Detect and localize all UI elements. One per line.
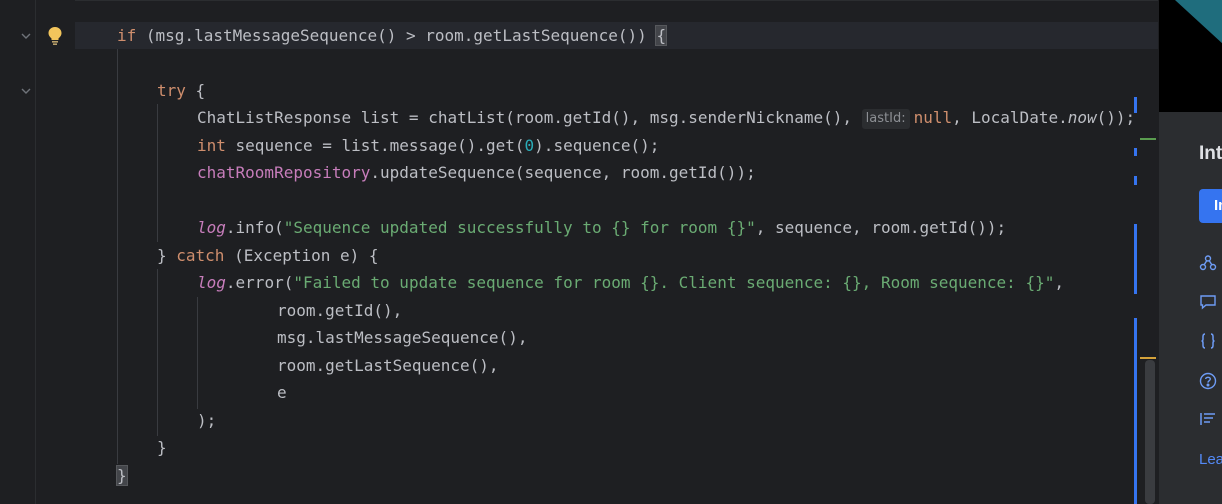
warning-marker[interactable] xyxy=(1140,357,1156,359)
code-text: } xyxy=(157,246,177,265)
code-text: msg.lastMessageSequence(), xyxy=(277,328,528,347)
code-line-log-error[interactable]: log.error("Failed to update sequence for… xyxy=(197,269,1064,296)
field-name: chatRoomRepository xyxy=(197,163,371,182)
code-text: , LocalDate. xyxy=(952,108,1068,127)
indent-guide xyxy=(157,104,158,242)
keyword-if: if xyxy=(117,26,137,45)
lightbulb-icon[interactable] xyxy=(47,26,63,46)
code-line-chatlist[interactable]: ChatListResponse list = chatList(room.ge… xyxy=(197,104,1135,131)
vertical-scrollbar[interactable] xyxy=(1145,360,1155,504)
string-literal: "Failed to update sequence for room {}. … xyxy=(293,273,1055,292)
keyword-null: null xyxy=(913,108,953,127)
code-line-arg[interactable]: room.getLastSequence(), xyxy=(277,352,499,379)
code-line-close-paren[interactable]: ); xyxy=(197,407,216,434)
side-tool-panel: Int In Lea xyxy=(1158,0,1222,504)
share-nodes-icon[interactable] xyxy=(1199,254,1217,272)
change-marker[interactable] xyxy=(1134,224,1137,294)
code-line-try[interactable]: try { xyxy=(157,77,205,104)
panel-title: Int xyxy=(1199,143,1222,164)
indent-guide xyxy=(197,297,198,409)
code-text: { xyxy=(185,81,206,100)
code-line-if[interactable]: if (msg.lastMessageSequence() > room.get… xyxy=(117,22,668,49)
code-text: sequence = list.message().get( xyxy=(225,136,525,155)
change-marker[interactable] xyxy=(1134,176,1137,185)
learn-more-link[interactable]: Lea xyxy=(1199,451,1222,468)
indent-guide xyxy=(117,49,118,464)
banner-decoration xyxy=(1175,0,1222,44)
code-line-arg[interactable]: e xyxy=(277,379,287,406)
keyword-catch: catch xyxy=(176,246,225,265)
code-editor[interactable]: if (msg.lastMessageSequence() > room.get… xyxy=(0,0,1158,504)
code-line-arg[interactable]: msg.lastMessageSequence(), xyxy=(277,324,527,351)
indent-guide xyxy=(157,269,158,436)
matched-brace: } xyxy=(116,465,128,486)
code-text: } xyxy=(157,438,167,457)
code-line-sequence[interactable]: int sequence = list.message().get(0).seq… xyxy=(197,132,659,159)
code-line-repository[interactable]: chatRoomRepository.updateSequence(sequen… xyxy=(197,159,756,186)
code-text: (Exception e) { xyxy=(224,246,379,265)
code-text: ); xyxy=(197,411,217,430)
code-line-arg[interactable]: room.getId(), xyxy=(277,297,402,324)
keyword-try: try xyxy=(157,81,186,100)
static-method: now xyxy=(1067,108,1097,127)
code-text: room.getLastSequence(), xyxy=(277,356,499,375)
chat-icon[interactable] xyxy=(1199,293,1217,311)
string-literal: "Sequence updated successfully to {} for… xyxy=(283,218,756,237)
code-text: .updateSequence(sequence, room.getId()); xyxy=(370,163,756,182)
code-text: .info( xyxy=(225,218,284,237)
line-divider xyxy=(75,0,1158,1)
change-marker[interactable] xyxy=(1134,97,1137,113)
code-text: e xyxy=(277,383,287,402)
change-marker[interactable] xyxy=(1134,148,1137,156)
code-line-close-if[interactable]: } xyxy=(116,462,128,489)
code-text: ChatListResponse list = chatList(room.ge… xyxy=(197,108,862,127)
braces-icon[interactable] xyxy=(1199,332,1217,350)
code-text: ).sequence(); xyxy=(534,136,660,155)
field-log: log xyxy=(197,273,226,292)
code-text: (msg.lastMessageSequence() > room.getLas… xyxy=(136,26,657,45)
editor-gutter xyxy=(0,0,75,504)
keyword-int: int xyxy=(197,136,226,155)
field-log: log xyxy=(197,218,226,237)
list-icon[interactable] xyxy=(1199,410,1217,428)
diff-marker[interactable] xyxy=(1140,138,1156,140)
code-line-catch[interactable]: } catch (Exception e) { xyxy=(157,242,379,269)
number-literal: 0 xyxy=(524,136,535,155)
fold-chevron-icon[interactable] xyxy=(19,84,33,98)
change-marker[interactable] xyxy=(1134,318,1137,504)
fold-chevron-icon[interactable] xyxy=(19,29,33,43)
help-icon[interactable] xyxy=(1199,372,1217,390)
matched-brace: { xyxy=(655,25,668,46)
code-line-close-try[interactable]: } xyxy=(157,434,167,461)
code-text: , sequence, room.getId()); xyxy=(755,218,1007,237)
panel-primary-button[interactable]: In xyxy=(1199,189,1222,223)
code-line-log-info[interactable]: log.info("Sequence updated successfully … xyxy=(197,214,1006,241)
gutter-divider xyxy=(35,0,36,504)
code-text: room.getId(), xyxy=(277,301,403,320)
code-text: .error( xyxy=(225,273,294,292)
parameter-hint: lastId: xyxy=(861,109,910,129)
code-text: , xyxy=(1054,273,1064,292)
